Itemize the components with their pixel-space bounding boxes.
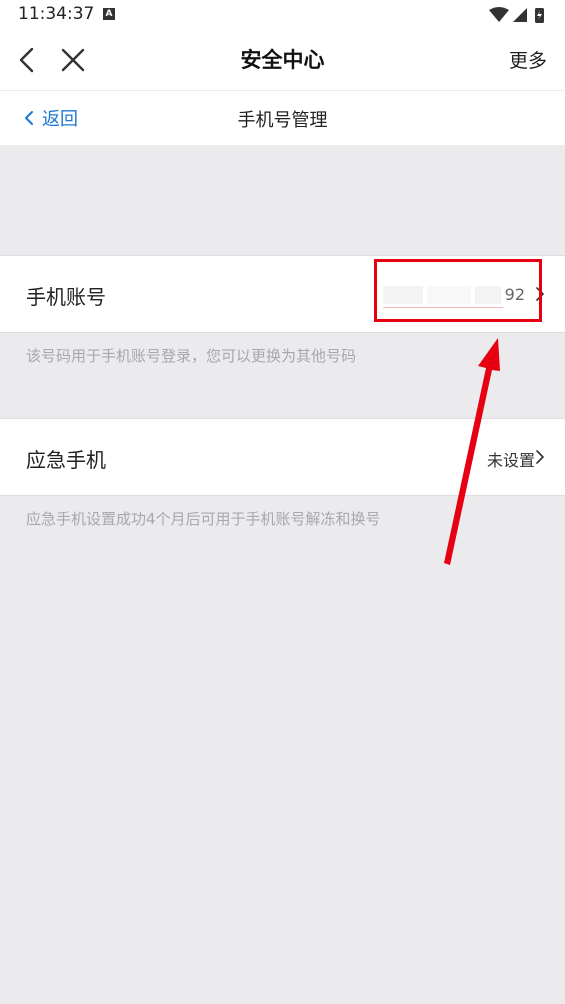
chevron-right-icon	[536, 450, 544, 464]
emergency-phone-row[interactable]: 应急手机 未设置	[0, 418, 565, 496]
annotation-arrow-icon	[444, 338, 500, 565]
subnav-title: 手机号管理	[237, 110, 328, 131]
emergency-phone-hint: 应急手机设置成功4个月后可用于手机账号解冻和换号	[26, 510, 381, 528]
phone-account-label: 手机账号	[26, 285, 106, 309]
signal-icon	[513, 8, 527, 22]
sub-nav: 返回 手机号管理	[0, 91, 565, 145]
emergency-phone-value: 未设置	[486, 451, 535, 470]
phone-account-hint: 该号码用于手机账号登录，您可以更换为其他号码	[26, 347, 357, 365]
wifi-icon	[489, 7, 509, 22]
title-bar: 安全中心 更多	[0, 30, 565, 90]
emergency-phone-label: 应急手机	[26, 448, 106, 472]
page-title: 安全中心	[240, 48, 325, 72]
highlight-box	[374, 259, 542, 322]
status-time: 11:34:37	[18, 4, 95, 24]
status-bar: 11:34:37 A	[0, 0, 565, 30]
more-button[interactable]: 更多	[509, 46, 547, 73]
notification-icon: A	[103, 8, 115, 20]
status-icons	[489, 7, 544, 23]
